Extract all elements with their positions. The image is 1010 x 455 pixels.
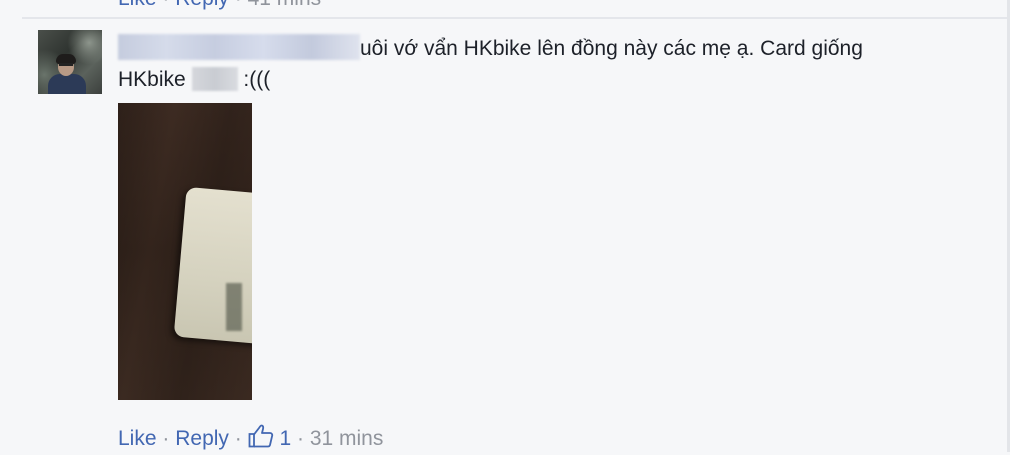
comment-timestamp[interactable]: 31 mins [310,427,384,450]
previous-reply-link[interactable]: Reply [175,0,229,10]
previous-comment-timestamp[interactable]: 41 mins [248,0,322,10]
separator: · [296,427,304,450]
thumbs-up-icon[interactable] [248,424,274,448]
photo-card [173,186,256,346]
comment-photo[interactable] [118,103,256,400]
comment-text-line1: uôi vớ vẩn HKbike lên đồng này các mẹ ạ.… [360,37,863,60]
redacted-tag[interactable] [191,67,238,91]
separator: · [162,0,169,10]
comment-body: uôi vớ vẩn HKbike lên đồng này các mẹ ạ.… [118,33,968,95]
previous-comment-actions: Like · Reply · 41 mins [118,0,321,12]
photo-edge [252,103,256,400]
comment-divider [22,17,1007,19]
comment-text-hkbike: HKbike [118,68,186,91]
like-count[interactable]: 1 [279,427,291,450]
redacted-author-name[interactable] [118,34,360,60]
avatar-body [48,74,86,94]
separator: · [162,427,170,450]
separator: · [234,427,242,450]
like-link[interactable]: Like [118,427,157,450]
avatar-glasses [59,63,73,66]
comment-text-emoticon: :((( [243,68,271,91]
previous-like-link[interactable]: Like [118,0,157,10]
separator: · [235,0,242,10]
reply-link[interactable]: Reply [175,427,229,450]
avatar[interactable] [38,30,102,94]
photo-card-mark [226,283,242,331]
comment-actions: Like · Reply · 1 · 31 mins [118,424,383,452]
